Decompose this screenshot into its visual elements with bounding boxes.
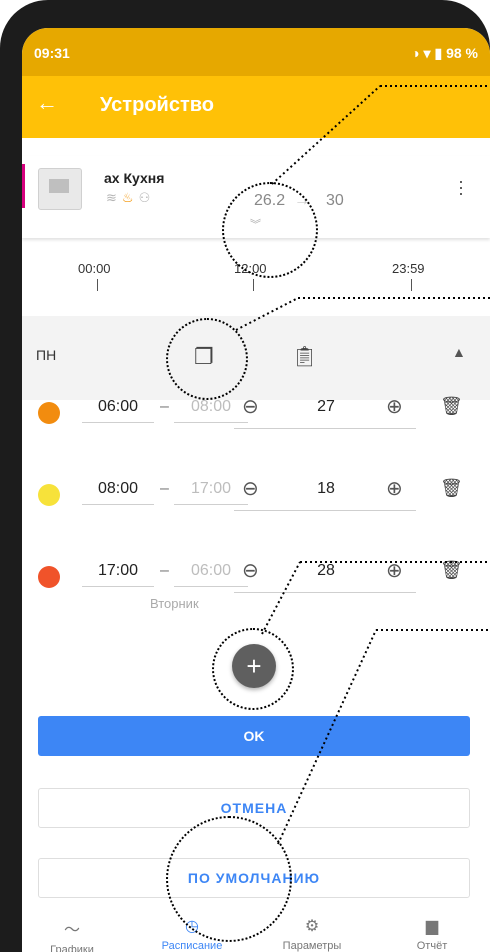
day-row: ПН ❐ 📋︎ ▲ [22, 316, 490, 400]
nav-graphs[interactable]: 〜 Графики [22, 916, 122, 952]
timeline-tick [97, 279, 98, 291]
timeline-tick [411, 279, 412, 291]
timeline-start: 00:00 [78, 261, 111, 276]
temperature-stepper: ⊖ 18 ⊕ [234, 474, 416, 511]
battery-icon: ▮ [434, 45, 443, 61]
ok-button[interactable]: OK [38, 716, 470, 756]
slot-dash: – [160, 398, 169, 415]
slot-start-time[interactable]: 08:00 [82, 480, 154, 505]
slot-start-time[interactable]: 17:00 [82, 562, 154, 587]
plus-circle-icon[interactable]: ⊕ [386, 558, 403, 583]
schedule-slot: 06:00 – 08:00 ⊖ 27 ⊕ 🗑︎ [22, 390, 490, 430]
target-temperature: 30 [326, 192, 344, 209]
status-bar: 09:31 ◑ ▾ ▮ 98 % [22, 28, 490, 76]
more-vert-icon[interactable]: · · · [456, 172, 466, 202]
callout-temperature [222, 182, 318, 278]
nav-report[interactable]: ▆ Отчёт [382, 916, 482, 952]
delete-trash-icon[interactable]: 🗑︎ [440, 560, 463, 581]
status-time: 09:31 [34, 45, 70, 61]
plus-circle-icon[interactable]: ⊕ [386, 394, 403, 419]
device-accent-bar [22, 164, 25, 208]
device-status-icons: ≋♨⚇ [106, 190, 155, 206]
timeline-end: 23:59 [392, 261, 425, 276]
callout-copy [166, 318, 248, 400]
wifi-icon: ▾ [423, 45, 431, 61]
page-title: Устройство [100, 94, 214, 116]
phone-frame: 09:31 ◑ ▾ ▮ 98 % ← Устройство ах Кухня ≋… [0, 0, 490, 952]
nav-report-label: Отчёт [416, 940, 448, 952]
delete-trash-icon[interactable]: 🗑︎ [440, 478, 463, 499]
callout-schedule-tab [166, 816, 292, 942]
status-right: ◑ ▾ ▮ 98 % [411, 45, 478, 62]
delete-trash-icon[interactable]: 🗑︎ [440, 396, 463, 417]
slot-start-time[interactable]: 06:00 [82, 398, 154, 423]
callout-add [212, 628, 294, 710]
minus-circle-icon[interactable]: ⊖ [242, 476, 259, 501]
nav-graphs-label: Графики [50, 944, 94, 952]
device-name: ах Кухня [104, 170, 165, 186]
minus-circle-icon[interactable]: ⊖ [242, 558, 259, 583]
screen: 09:31 ◑ ▾ ▮ 98 % ← Устройство ах Кухня ≋… [22, 28, 490, 952]
schedule-slot: 17:00 – 06:00 ⊖ 28 ⊕ 🗑︎ Вторник [22, 554, 490, 611]
heating-icon: ♨ [121, 190, 139, 205]
battery-percent: 98 % [446, 45, 478, 61]
slot-color-dot[interactable] [38, 484, 60, 506]
temperature-stepper: ⊖ 27 ⊕ [234, 392, 416, 429]
day-label: ПН [36, 347, 57, 363]
slot-temperature[interactable]: 18 [306, 480, 346, 498]
chart-line-icon: 〜 [63, 922, 80, 939]
temperature-stepper: ⊖ 28 ⊕ [234, 556, 416, 593]
minus-circle-icon[interactable]: ⊖ [242, 394, 259, 419]
slot-dash: – [160, 480, 169, 497]
slot-color-dot[interactable] [38, 402, 60, 424]
slot-temperature[interactable]: 27 [306, 398, 346, 416]
vibrate-icon: ◑ [411, 45, 420, 61]
back-arrow-icon[interactable]: ← [36, 90, 58, 116]
collapse-caret-icon[interactable]: ▲ [452, 344, 466, 360]
wifi-signal-icon: ≋ [106, 190, 122, 205]
device-thumbnail [38, 168, 82, 210]
slot-temperature[interactable]: 28 [306, 562, 346, 580]
plus-circle-icon[interactable]: ⊕ [386, 476, 403, 501]
slot-dash: – [160, 562, 169, 579]
timeline-tick [253, 279, 254, 291]
slot-color-dot[interactable] [38, 566, 60, 588]
paste-clipboard-icon[interactable]: 📋︎ [292, 344, 317, 369]
nav-params-label: Параметры [282, 940, 342, 952]
app-bar: ← Устройство [22, 76, 490, 138]
slot-end-day: Вторник [150, 596, 199, 611]
briefcase-icon: ▆ [425, 918, 439, 935]
schedule-slot: 08:00 – 17:00 ⊖ 18 ⊕ 🗑︎ [22, 472, 490, 512]
users-icon: ⚇ [138, 190, 156, 205]
nav-params[interactable]: ⚙ Параметры [262, 916, 362, 952]
